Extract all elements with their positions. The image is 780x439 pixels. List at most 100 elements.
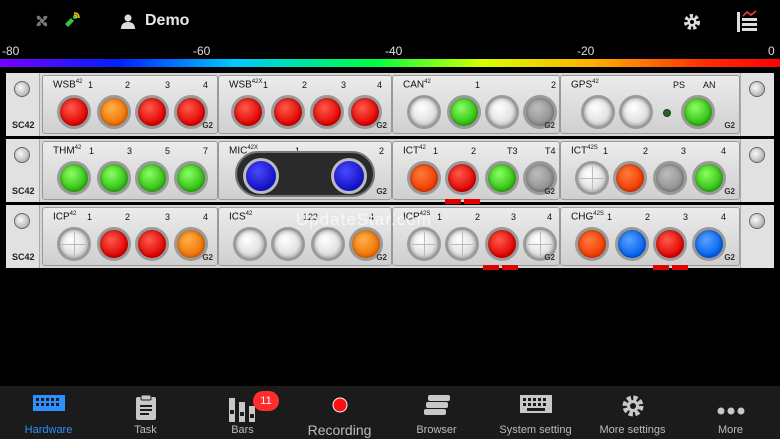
- nav-task[interactable]: Task: [97, 386, 194, 439]
- channel-button[interactable]: [445, 161, 479, 195]
- channel-button[interactable]: [331, 158, 367, 194]
- channel-button[interactable]: [445, 227, 479, 261]
- channel-label: 1: [88, 80, 94, 90]
- channel-button[interactable]: [271, 95, 305, 129]
- channel-button[interactable]: [581, 95, 615, 129]
- module-ict42s[interactable]: ICT42S 1 2 3 4 G2: [560, 141, 740, 200]
- channel-button[interactable]: [97, 161, 131, 195]
- channel-button[interactable]: [692, 227, 726, 261]
- nav-browser[interactable]: Browser: [388, 386, 485, 439]
- channel-button[interactable]: [174, 161, 208, 195]
- nav-label: Recording: [307, 422, 372, 438]
- channel-button[interactable]: [575, 161, 609, 195]
- channel-button[interactable]: [575, 227, 609, 261]
- module-tag: G2: [376, 253, 387, 262]
- module-name: GPS42: [571, 79, 599, 91]
- channel-button[interactable]: [619, 95, 653, 129]
- channel-button[interactable]: [57, 95, 91, 129]
- nav-label: More: [717, 424, 744, 436]
- satellite-icon[interactable]: [62, 12, 80, 35]
- nav-recording[interactable]: Recording: [291, 386, 388, 439]
- channel-button[interactable]: [57, 161, 91, 195]
- module-name: CAN42: [403, 79, 431, 91]
- channel-button[interactable]: [57, 227, 91, 261]
- keyboard-icon: [32, 394, 66, 417]
- database-icon: [422, 394, 452, 423]
- nav-bars[interactable]: 11 Bars: [194, 386, 291, 439]
- channel-label: 3: [511, 212, 517, 222]
- module-ict42[interactable]: ICT42 1 2 T3 T4 G2: [392, 141, 560, 204]
- module-gps42[interactable]: GPS42 PS AN G2: [560, 75, 740, 134]
- channel-button[interactable]: [243, 158, 279, 194]
- channel-button[interactable]: [310, 95, 344, 129]
- channel-button[interactable]: [692, 161, 726, 195]
- channel-button[interactable]: [233, 227, 267, 261]
- module-icp42[interactable]: ICP42 1 2 3 4 G2: [42, 207, 218, 266]
- nav-hardware[interactable]: Hardware: [0, 386, 97, 439]
- bars-badge: 11: [253, 391, 279, 411]
- scale-label: -80: [2, 44, 20, 58]
- channel-label: 2: [645, 212, 651, 222]
- module-tag: G2: [724, 187, 735, 196]
- module-thm42[interactable]: THM42 1 3 5 7: [42, 141, 218, 200]
- channel-button[interactable]: [271, 227, 305, 261]
- rack-ear-left: SC42: [6, 139, 40, 202]
- channel-button[interactable]: [447, 95, 481, 129]
- level-scale-labels: -80 -60 -40 -20 0: [0, 44, 780, 58]
- gear-icon[interactable]: [683, 13, 701, 36]
- channel-button[interactable]: [681, 95, 715, 129]
- channel-button[interactable]: [653, 227, 687, 261]
- channel-button[interactable]: [653, 161, 687, 195]
- channel-button[interactable]: [407, 95, 441, 129]
- module-mic42x[interactable]: MIC42X 1 2 G2: [218, 141, 392, 200]
- channel-button[interactable]: [407, 227, 441, 261]
- gear-icon: [621, 394, 645, 423]
- channel-label: 3: [127, 146, 133, 156]
- nav-more[interactable]: More: [682, 386, 779, 439]
- channel-button[interactable]: [485, 161, 519, 195]
- nav-more-settings[interactable]: More settings: [584, 386, 681, 439]
- module-wsb42[interactable]: WSB42 1 2 3 4 G2: [42, 75, 218, 134]
- module-name: ICT42S: [571, 145, 598, 157]
- channel-button[interactable]: [97, 95, 131, 129]
- module-can42[interactable]: CAN42 1 2 G2: [392, 75, 560, 134]
- screw-icon: [749, 147, 765, 163]
- module-wsb42x[interactable]: WSB42X 1 2 3 4 G2: [218, 75, 392, 134]
- rack-icon[interactable]: [735, 10, 759, 39]
- channel-label: 1: [433, 146, 439, 156]
- channel-button[interactable]: [135, 95, 169, 129]
- module-name: WSB42X: [229, 79, 263, 91]
- channel-label: 1: [437, 212, 443, 222]
- module-tag: G2: [544, 121, 555, 130]
- channel-label: 1: [607, 212, 613, 222]
- channel-button[interactable]: [231, 95, 265, 129]
- channel-label: 4: [203, 212, 209, 222]
- screw-icon: [14, 147, 30, 163]
- channel-label: 3: [681, 146, 687, 156]
- nav-label: Bars: [231, 424, 254, 436]
- channel-button[interactable]: [485, 95, 519, 129]
- channel-button[interactable]: [311, 227, 345, 261]
- module-name: ICP42: [53, 211, 77, 223]
- channel-button[interactable]: [485, 227, 519, 261]
- channel-button[interactable]: [615, 227, 649, 261]
- module-name: ICT42: [403, 145, 426, 157]
- channel-label: 3: [341, 80, 347, 90]
- channel-button[interactable]: [407, 161, 441, 195]
- bottom-navigation: Hardware Task 11 Bars Recording Browser …: [0, 386, 780, 439]
- channel-button[interactable]: [135, 161, 169, 195]
- channel-button[interactable]: [135, 227, 169, 261]
- status-led: [663, 109, 671, 117]
- screw-icon: [14, 81, 30, 97]
- channel-label: 2: [379, 146, 385, 156]
- channel-button[interactable]: [97, 227, 131, 261]
- status-bars: [445, 191, 483, 204]
- channel-button[interactable]: [613, 161, 647, 195]
- fan-icon[interactable]: [33, 12, 51, 35]
- channel-label: 3: [165, 80, 171, 90]
- channel-label: 1: [475, 80, 481, 90]
- nav-system-setting[interactable]: System setting: [487, 386, 584, 439]
- channel-label: T3: [507, 146, 518, 156]
- channel-label: PS: [673, 80, 686, 90]
- module-chg42s[interactable]: CHG42S 1 2 3 4 G2: [560, 207, 740, 270]
